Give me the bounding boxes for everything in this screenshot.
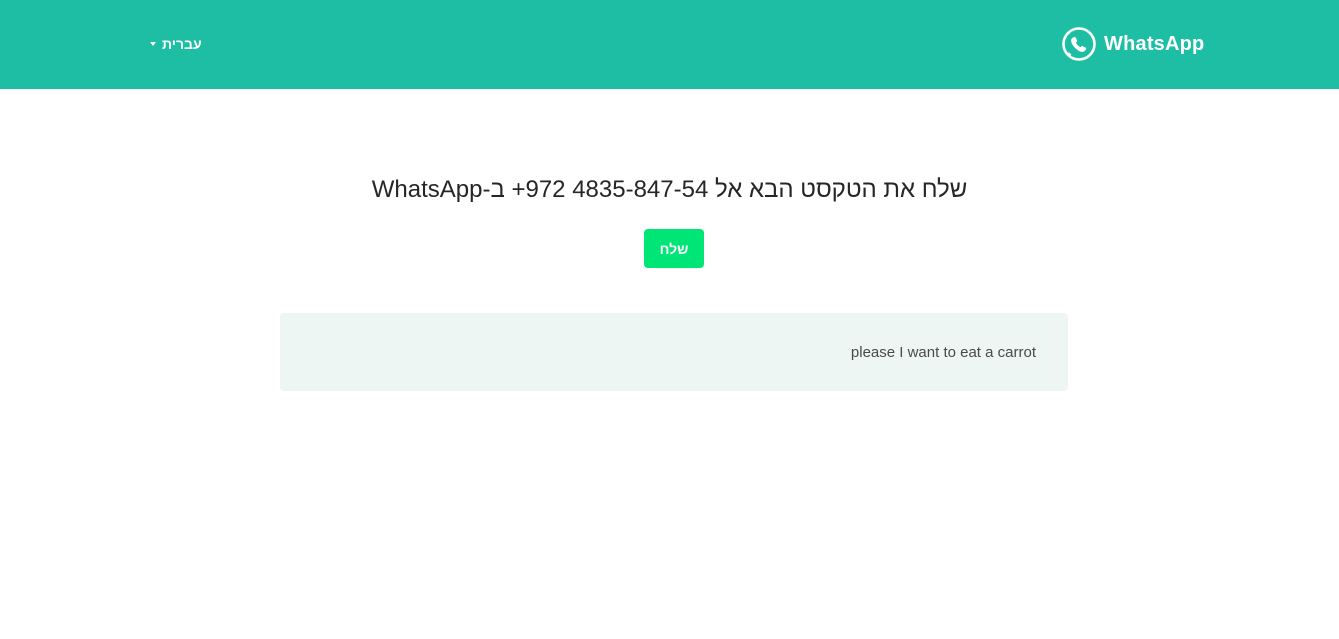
caret-down-icon: [150, 42, 156, 46]
message-text: please I want to eat a carrot: [850, 344, 1036, 361]
message-preview-box: please I want to eat a carrot: [280, 313, 1068, 391]
language-selector[interactable]: עברית: [150, 35, 202, 53]
language-label: עברית: [162, 36, 202, 52]
page-title: שלח את הטקסט הבא אל 4835-847-54 972+ ב-W…: [371, 176, 968, 203]
whatsapp-logo-icon: [1062, 27, 1096, 61]
top-header: עברית WhatsApp: [0, 0, 1339, 89]
send-button[interactable]: שלח: [644, 229, 704, 268]
brand-name: WhatsApp: [1104, 32, 1205, 55]
whatsapp-logo-link[interactable]: WhatsApp: [1060, 25, 1204, 63]
